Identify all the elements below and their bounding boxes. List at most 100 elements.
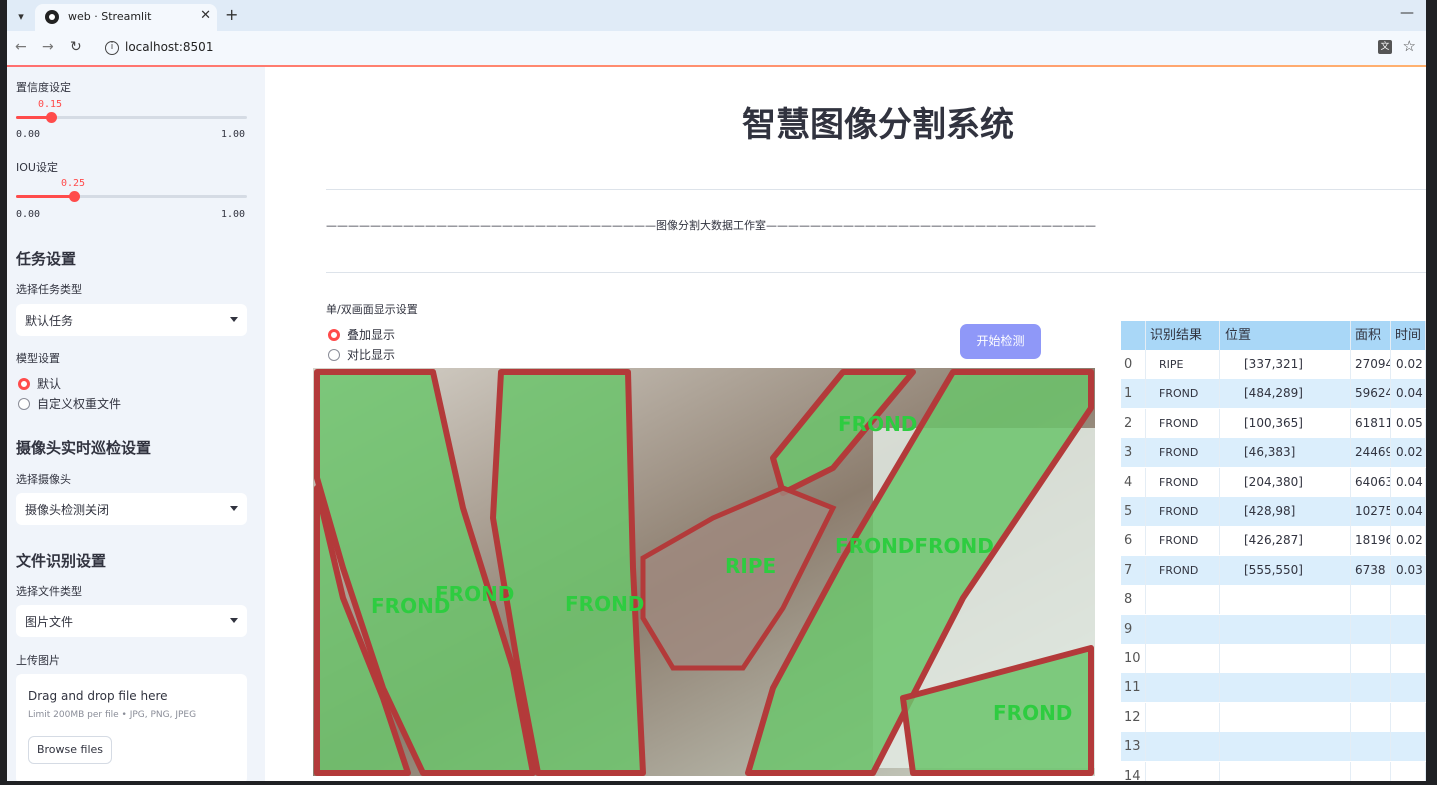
url-text[interactable]: localhost:8501: [125, 40, 213, 54]
table-row[interactable]: 1 FROND [484,289] 59624 0.04: [1121, 379, 1426, 409]
minimize-icon[interactable]: —: [1400, 5, 1414, 21]
table-row[interactable]: 12: [1121, 702, 1426, 732]
row-index: 9: [1121, 614, 1146, 644]
dropzone-limit: Limit 200MB per file • JPG, PNG, JPEG: [28, 710, 197, 720]
camera-section-title: 摄像头实时巡检设置: [16, 439, 152, 457]
tab-bar: ▾ web · Streamlit ✕ + —: [7, 0, 1426, 31]
table-row[interactable]: 4 FROND [204,380] 64063 0.04: [1121, 467, 1426, 497]
reload-icon[interactable]: ↻: [70, 39, 82, 55]
row-index: 12: [1121, 702, 1146, 732]
row-position: [1220, 614, 1351, 644]
table-row[interactable]: 2 FROND [100,365] 61811 0.05: [1121, 408, 1426, 438]
camera-select-label: 选择摄像头: [16, 473, 71, 486]
table-row[interactable]: 13: [1121, 732, 1426, 762]
header-time[interactable]: 时间: [1391, 321, 1426, 350]
iou-slider-thumb[interactable]: [68, 191, 80, 202]
model-radio-default[interactable]: 默认: [18, 375, 61, 392]
row-time: 0.05: [1391, 408, 1426, 438]
row-area: [1351, 585, 1391, 615]
file-type-select[interactable]: 图片文件: [16, 605, 247, 637]
row-area: 10275: [1351, 497, 1391, 526]
browse-files-button[interactable]: Browse files: [28, 736, 112, 764]
confidence-value: 0.15: [38, 99, 63, 110]
bookmark-star-icon[interactable]: ☆: [1403, 37, 1416, 55]
table-row[interactable]: 11: [1121, 673, 1426, 703]
row-area: [1351, 702, 1391, 732]
confidence-slider[interactable]: [16, 112, 247, 123]
row-position: [1220, 644, 1351, 673]
task-section-title: 任务设置: [16, 250, 77, 268]
model-settings-label: 模型设置: [16, 352, 60, 365]
row-position: [1220, 702, 1351, 732]
streamlit-favicon-icon: [45, 10, 59, 24]
table-row[interactable]: 7 FROND [555,550] 6738 0.03: [1121, 555, 1426, 585]
row-result: FROND: [1146, 438, 1220, 468]
site-info-icon[interactable]: i: [105, 41, 119, 55]
row-index: 0: [1121, 350, 1146, 379]
file-dropzone[interactable]: Drag and drop file here Limit 200MB per …: [16, 674, 247, 781]
address-bar[interactable]: [99, 35, 1399, 61]
camera-select[interactable]: 摄像头检测关闭: [16, 493, 247, 525]
table-row[interactable]: 3 FROND [46,383] 24469 0.02: [1121, 438, 1426, 468]
results-table[interactable]: 识别结果 位置 面积 时间 0 RIPE [337,321] 27094 0.02 1 FR…: [1121, 321, 1426, 781]
row-area: [1351, 644, 1391, 673]
confidence-label: 置信度设定: [16, 81, 71, 94]
row-time: [1391, 614, 1426, 644]
display-radio-compare[interactable]: 对比显示: [328, 346, 395, 363]
confidence-slider-thumb[interactable]: [45, 112, 57, 123]
chevron-down-icon: [230, 317, 238, 322]
display-option-compare: 对比显示: [347, 348, 396, 362]
header-area[interactable]: 面积: [1351, 321, 1391, 350]
radio-unselected-icon: [328, 348, 340, 361]
segmentation-image: FROND FROND FROND FROND FRONDFROND RIPE …: [313, 368, 1095, 776]
row-time: 0.04: [1391, 379, 1426, 409]
table-row[interactable]: 14: [1121, 761, 1426, 781]
table-row[interactable]: 0 RIPE [337,321] 27094 0.02: [1121, 350, 1426, 379]
close-tab-icon[interactable]: ✕: [200, 8, 211, 23]
start-detection-button[interactable]: 开始检测: [960, 324, 1041, 359]
model-option-default: 默认: [37, 377, 62, 391]
divider-top: [326, 189, 1426, 190]
row-area: 18196: [1351, 526, 1391, 556]
header-result[interactable]: 识别结果: [1146, 321, 1220, 350]
row-area: [1351, 614, 1391, 644]
header-position[interactable]: 位置: [1220, 321, 1351, 350]
row-result: FROND: [1146, 408, 1220, 438]
row-area: 64063: [1351, 467, 1391, 497]
row-position: [204,380]: [1220, 467, 1351, 497]
row-time: 0.02: [1391, 350, 1426, 379]
row-area: 59624: [1351, 379, 1391, 409]
mask-label-ripe: RIPE: [725, 554, 776, 578]
mask-label-frond-4: FROND: [838, 412, 917, 436]
task-type-select[interactable]: 默认任务: [16, 304, 247, 336]
confidence-max: 1.00: [221, 129, 246, 140]
row-result: RIPE: [1146, 350, 1220, 379]
table-row[interactable]: 9: [1121, 614, 1426, 644]
file-section-title: 文件识别设置: [16, 552, 107, 570]
row-result: [1146, 732, 1220, 762]
row-time: [1391, 585, 1426, 615]
studio-divider-text: ——————————————————————————————图像分割大数据工作室…: [326, 219, 1096, 232]
new-tab-icon[interactable]: +: [225, 5, 238, 24]
mask-label-frond-6: FROND: [993, 701, 1072, 725]
forward-icon[interactable]: →: [42, 39, 54, 55]
row-position: [337,321]: [1220, 350, 1351, 379]
browser-tab[interactable]: web · Streamlit ✕: [35, 4, 217, 31]
row-time: [1391, 673, 1426, 703]
translate-icon[interactable]: 文: [1378, 40, 1392, 54]
table-row[interactable]: 5 FROND [428,98] 10275 0.04: [1121, 497, 1426, 526]
browser-toolbar: ← → ↻ i localhost:8501 文 ☆: [7, 31, 1426, 65]
display-radio-overlay[interactable]: 叠加显示: [328, 326, 395, 343]
iou-slider[interactable]: [16, 191, 247, 202]
task-type-label: 选择任务类型: [16, 283, 82, 296]
table-row[interactable]: 8: [1121, 585, 1426, 615]
model-radio-custom[interactable]: 自定义权重文件: [18, 395, 121, 412]
row-index: 6: [1121, 526, 1146, 556]
row-index: 13: [1121, 732, 1146, 762]
back-icon[interactable]: ←: [15, 39, 27, 55]
table-row[interactable]: 6 FROND [426,287] 18196 0.02: [1121, 526, 1426, 556]
row-position: [555,550]: [1220, 555, 1351, 585]
page-title: 智慧图像分割系统: [742, 105, 1014, 145]
tab-search-icon[interactable]: ▾: [11, 6, 31, 26]
table-row[interactable]: 10: [1121, 644, 1426, 673]
